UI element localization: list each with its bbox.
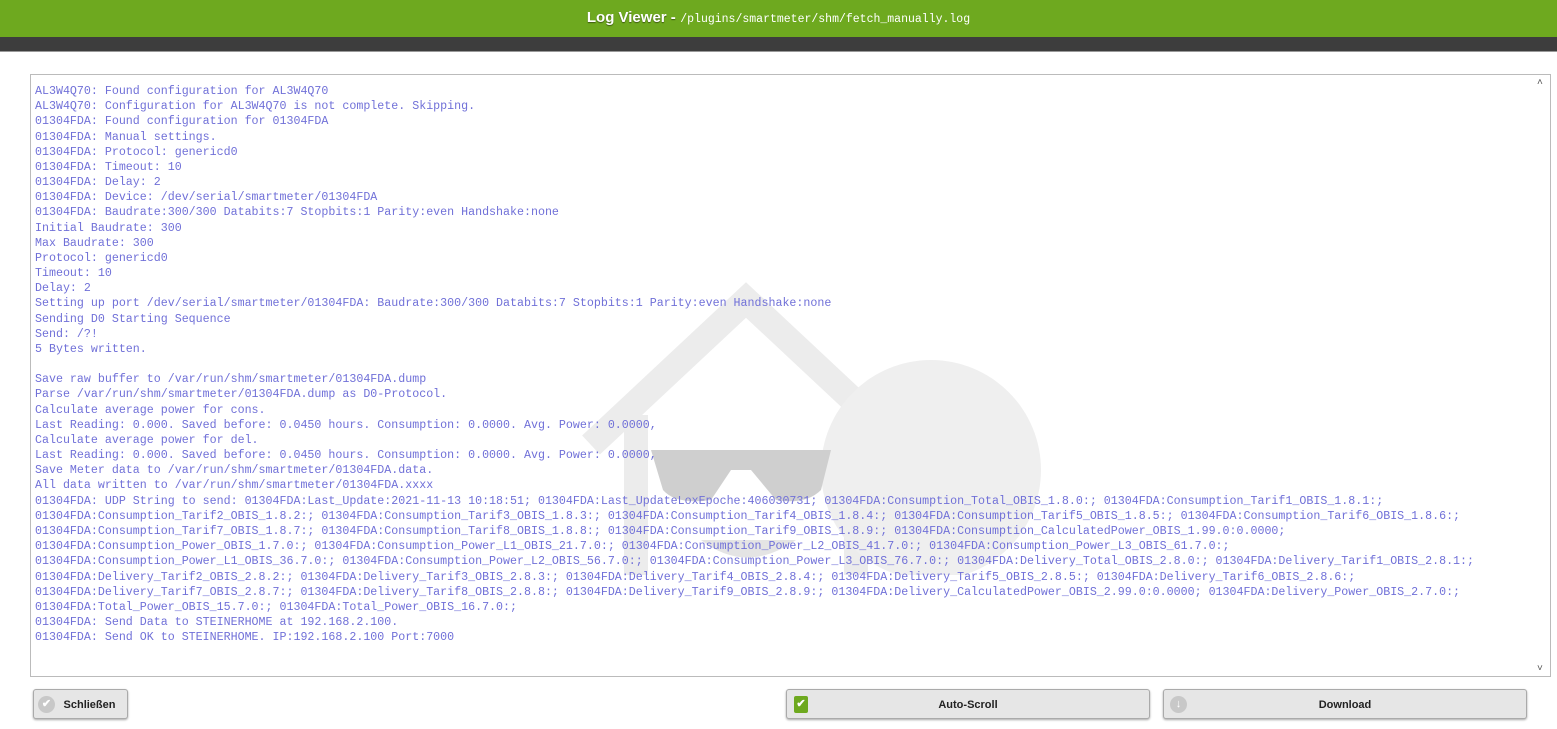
log-line: Protocol: genericd0 [35, 251, 168, 265]
log-line: All data written to /var/run/shm/smartme… [35, 479, 434, 493]
log-output[interactable]: AL3W4Q70: Found configuration for AL3W4Q… [30, 74, 1551, 677]
log-line: 01304FDA:Consumption_Tarif2_OBIS_1.8.2:;… [35, 509, 1461, 523]
close-button-label: Schließen [63, 699, 116, 711]
log-line: Last Reading: 0.000. Saved before: 0.045… [35, 449, 657, 463]
log-line: 01304FDA:Consumption_Power_L1_OBIS_36.7.… [35, 555, 1475, 569]
log-line: Timeout: 10 [35, 267, 112, 281]
log-line: 01304FDA: Found configuration for 01304F… [35, 115, 329, 129]
log-line: Last Reading: 0.000. Saved before: 0.045… [35, 418, 657, 432]
log-line: 01304FDA: Manual settings. [35, 130, 217, 144]
log-line: 01304FDA: Baudrate:300/300 Databits:7 St… [35, 206, 559, 220]
log-line: 01304FDA:Delivery_Tarif2_OBIS_2.8.2:; 01… [35, 570, 1356, 584]
log-line: 01304FDA:Total_Power_OBIS_15.7.0:; 01304… [35, 600, 518, 614]
log-line: Calculate average power for cons. [35, 403, 266, 417]
auto-scroll-label: Auto-Scroll [938, 699, 998, 711]
scroll-up-icon[interactable]: ˄ [1537, 77, 1543, 88]
log-line: Save raw buffer to /var/run/shm/smartmet… [35, 373, 427, 387]
log-line: Parse /var/run/shm/smartmeter/01304FDA.d… [35, 388, 448, 402]
close-button[interactable]: ✔ Schließen [33, 689, 128, 719]
download-button-label: Download [1318, 699, 1372, 711]
log-line: 01304FDA: Send Data to STEINERHOME at 19… [35, 616, 399, 630]
log-text: AL3W4Q70: Found configuration for AL3W4Q… [35, 84, 1474, 645]
log-line: 01304FDA: Send OK to STEINERHOME. IP:192… [35, 631, 455, 645]
log-line: 01304FDA:Consumption_Power_OBIS_1.7.0:; … [35, 540, 1230, 554]
log-line: Setting up port /dev/serial/smartmeter/0… [35, 297, 832, 311]
log-line: 01304FDA: Timeout: 10 [35, 160, 182, 174]
log-line: Send: /?! [35, 327, 98, 341]
log-line: 5 Bytes written. [35, 342, 147, 356]
header-bar: Log Viewer - /plugins/smartmeter/shm/fet… [0, 0, 1557, 37]
log-line: 01304FDA:Delivery_Tarif7_OBIS_2.8.7:; 01… [35, 585, 1461, 599]
page-title: Log Viewer - [586, 9, 676, 26]
log-line: Initial Baudrate: 300 [35, 221, 182, 235]
log-file-path: /plugins/smartmeter/shm/fetch_manually.l… [680, 13, 971, 26]
log-line: Delay: 2 [35, 282, 91, 296]
log-line: AL3W4Q70: Configuration for AL3W4Q70 is … [35, 100, 476, 114]
check-icon: ✔ [38, 696, 55, 713]
log-line: 01304FDA: Protocol: genericd0 [35, 145, 238, 159]
scrollbar[interactable]: ˄ ˅ [1534, 75, 1550, 676]
log-line: AL3W4Q70: Found configuration for AL3W4Q… [35, 85, 329, 98]
log-line: Max Baudrate: 300 [35, 236, 154, 250]
log-line: 01304FDA: Device: /dev/serial/smartmeter… [35, 191, 378, 205]
log-line: Save Meter data to /var/run/shm/smartmet… [35, 464, 434, 478]
auto-scroll-toggle[interactable]: ✔ Auto-Scroll [786, 689, 1150, 719]
log-line: 01304FDA: Delay: 2 [35, 176, 161, 190]
scroll-down-icon[interactable]: ˅ [1537, 663, 1543, 674]
log-line: 01304FDA:Consumption_Tarif7_OBIS_1.8.7:;… [35, 524, 1286, 538]
toolbar-bar [0, 37, 1557, 52]
download-arrow-icon: ↓ [1170, 696, 1187, 713]
log-line: 01304FDA: UDP String to send: 01304FDA:L… [35, 494, 1384, 508]
download-button[interactable]: ↓ Download [1163, 689, 1527, 719]
checkbox-checked-icon: ✔ [794, 696, 808, 713]
log-line: Calculate average power for del. [35, 433, 259, 447]
log-line: Sending D0 Starting Sequence [35, 312, 231, 326]
